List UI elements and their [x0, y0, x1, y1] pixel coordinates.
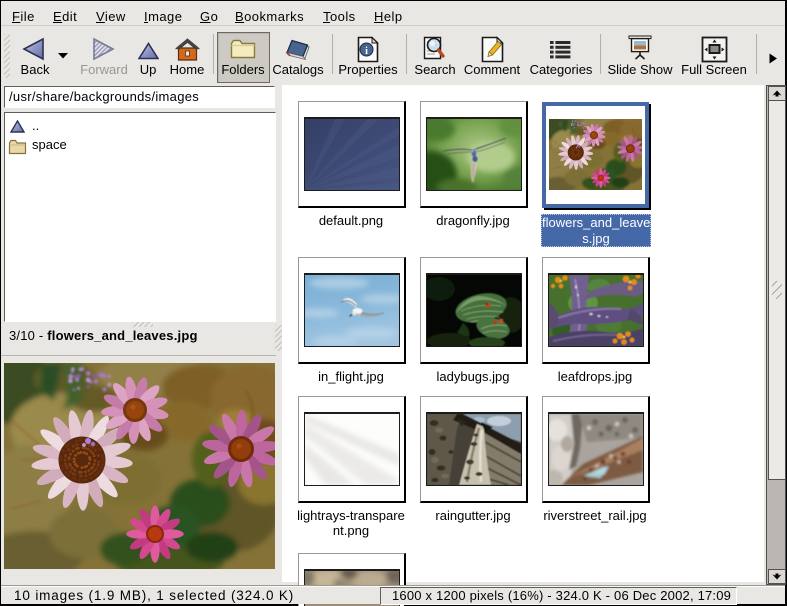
svg-text:i: i — [365, 46, 368, 57]
